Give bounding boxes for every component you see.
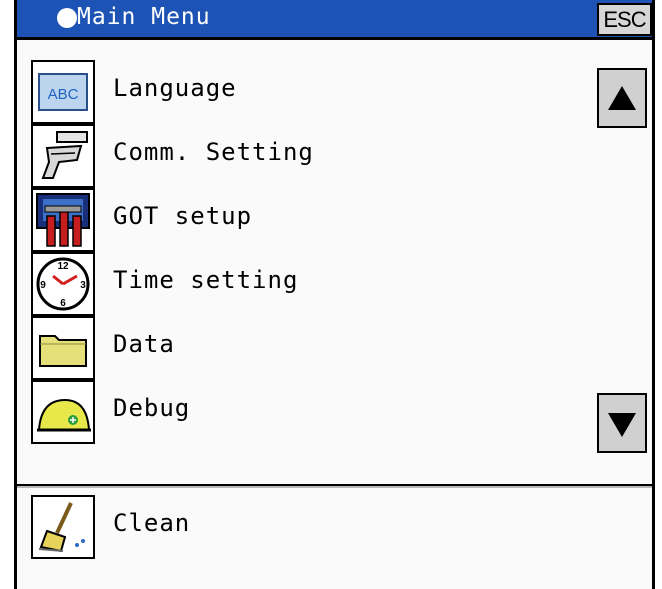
clock-3-text: 3 [80, 280, 86, 291]
clock-icon: 12 9 3 6 [31, 252, 95, 316]
clock-6-text: 6 [60, 298, 66, 309]
menu-item-clean[interactable]: Clean [17, 495, 577, 559]
menu-item-label: Language [113, 74, 237, 102]
menu-item-debug[interactable]: Debug [17, 380, 577, 444]
triangle-up-icon [608, 86, 636, 110]
helmet-icon [31, 380, 95, 444]
main-menu-window: Main Menu ESC ABC Language Comm. Setting… [14, 0, 655, 589]
abc-icon: ABC [31, 60, 95, 124]
monitor-tools-icon [31, 188, 95, 252]
triangle-down-icon [608, 413, 636, 437]
esc-button[interactable]: ESC [597, 3, 652, 36]
menu-item-got-setup[interactable]: GOT setup [17, 188, 577, 252]
menu-item-label: Debug [113, 394, 191, 422]
menu-item-label: Time setting [113, 266, 299, 294]
scroll-up-button[interactable] [597, 68, 647, 128]
title-bar: Main Menu ESC [17, 0, 652, 40]
divider [17, 484, 652, 488]
abc-icon-text: ABC [48, 86, 79, 103]
title-bullet-icon [57, 8, 77, 28]
menu-item-comm-setting[interactable]: Comm. Setting [17, 124, 577, 188]
window-title: Main Menu [77, 4, 211, 30]
scroll-down-button[interactable] [597, 393, 647, 453]
cable-icon [31, 124, 95, 188]
clean-label: Clean [113, 509, 191, 537]
menu-item-language[interactable]: ABC Language [17, 60, 577, 124]
menu-item-label: Comm. Setting [113, 138, 314, 166]
clock-12-text: 12 [57, 261, 69, 272]
clock-9-text: 9 [40, 280, 46, 291]
menu-item-label: GOT setup [113, 202, 253, 230]
menu-item-data[interactable]: Data [17, 316, 577, 380]
folder-icon [31, 316, 95, 380]
menu-item-time-setting[interactable]: 12 9 3 6 Time setting [17, 252, 577, 316]
menu-item-label: Data [113, 330, 175, 358]
broom-icon [31, 495, 95, 559]
